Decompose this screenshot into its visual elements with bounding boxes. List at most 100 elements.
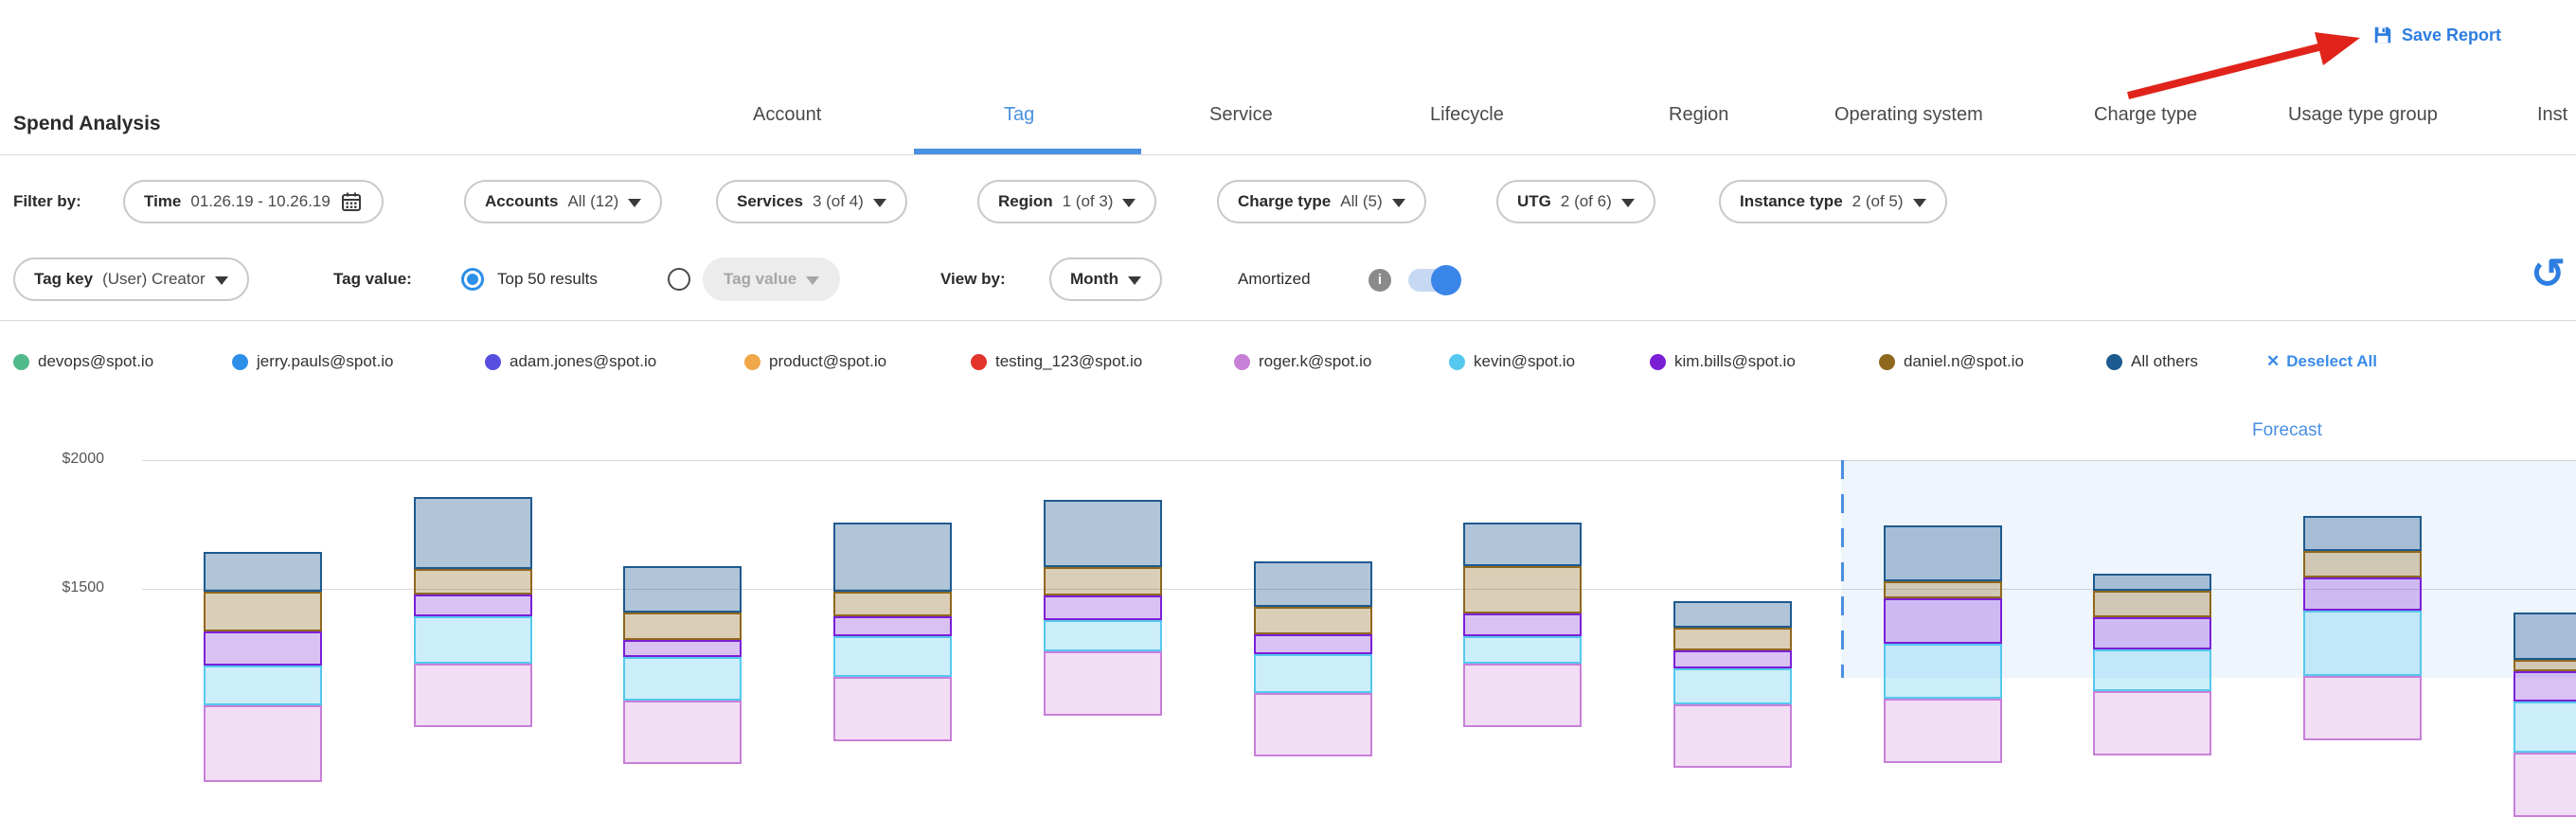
bar-segment-roger-k-spot-io[interactable] (1254, 693, 1372, 757)
bar-segment-kim-bills-spot-io[interactable] (1254, 634, 1372, 655)
accounts-filter-pill[interactable]: AccountsAll (12) (464, 180, 662, 223)
info-icon[interactable]: i (1368, 269, 1391, 292)
bar-segment-daniel-n-spot-io[interactable] (1463, 566, 1582, 613)
bar-segment-daniel-n-spot-io[interactable] (2303, 551, 2422, 577)
utg-filter-pill[interactable]: UTG2 (of 6) (1496, 180, 1655, 223)
bar-segment-kevin-spot-io[interactable] (1673, 668, 1792, 704)
bar-segment-kim-bills-spot-io[interactable] (833, 616, 952, 637)
bar-segment-roger-k-spot-io[interactable] (833, 677, 952, 741)
bar-segment-kevin-spot-io[interactable] (623, 657, 742, 701)
bar-segment-kevin-spot-io[interactable] (1463, 636, 1582, 663)
bar-segment-kim-bills-spot-io[interactable] (1884, 598, 2002, 645)
bar-segment-roger-k-spot-io[interactable] (2303, 676, 2422, 740)
legend-item[interactable]: adam.jones@spot.io (485, 352, 656, 371)
tab-operating-system[interactable]: Operating system (1834, 100, 1983, 129)
save-report-button[interactable]: Save Report (2372, 25, 2501, 45)
bar-segment-kevin-spot-io[interactable] (1884, 644, 2002, 699)
bar-segment-daniel-n-spot-io[interactable] (204, 592, 322, 631)
chevron-down-icon (215, 276, 228, 285)
bar-segment-daniel-n-spot-io[interactable] (1254, 607, 1372, 633)
tab-tag[interactable]: Tag (1004, 100, 1034, 129)
bar-segment-roger-k-spot-io[interactable] (2093, 691, 2211, 755)
legend-item[interactable]: kim.bills@spot.io (1650, 352, 1796, 371)
tab-service[interactable]: Service (1209, 100, 1273, 129)
legend-item[interactable]: daniel.n@spot.io (1879, 352, 2024, 371)
stacked-bar-4 (833, 523, 952, 741)
bar-segment-kevin-spot-io[interactable] (204, 666, 322, 705)
charge-type-filter-pill[interactable]: Charge typeAll (5) (1217, 180, 1426, 223)
reset-icon[interactable]: ↺ (2531, 254, 2566, 295)
amortized-toggle[interactable] (1408, 269, 1458, 292)
bar-segment-kevin-spot-io[interactable] (1044, 620, 1162, 652)
bar-segment-all-others[interactable] (1884, 525, 2002, 581)
bar-segment-kevin-spot-io[interactable] (833, 636, 952, 677)
deselect-all-button[interactable]: ✕ Deselect All (2266, 352, 2377, 371)
bar-segment-kim-bills-spot-io[interactable] (414, 595, 532, 616)
bar-segment-kevin-spot-io[interactable] (2303, 611, 2422, 676)
bar-segment-all-others[interactable] (414, 497, 532, 569)
legend-item[interactable]: product@spot.io (744, 352, 886, 371)
legend-item[interactable]: testing_123@spot.io (971, 352, 1142, 371)
bar-segment-kim-bills-spot-io[interactable] (2513, 671, 2576, 702)
bar-segment-daniel-n-spot-io[interactable] (1673, 628, 1792, 650)
view-by-dropdown[interactable]: Month (1049, 258, 1162, 301)
bar-segment-daniel-n-spot-io[interactable] (1884, 581, 2002, 598)
tab-region[interactable]: Region (1669, 100, 1728, 129)
bar-segment-kim-bills-spot-io[interactable] (204, 631, 322, 666)
bar-segment-daniel-n-spot-io[interactable] (2513, 660, 2576, 671)
bar-segment-daniel-n-spot-io[interactable] (623, 613, 742, 641)
legend-item[interactable]: All others (2106, 352, 2198, 371)
radio-tag-value[interactable] (668, 268, 690, 291)
bar-segment-all-others[interactable] (1673, 601, 1792, 628)
bar-segment-all-others[interactable] (204, 552, 322, 592)
legend-item[interactable]: devops@spot.io (13, 352, 153, 371)
bar-segment-all-others[interactable] (2303, 516, 2422, 550)
tag-key-dropdown[interactable]: Tag key (User) Creator (13, 258, 249, 301)
stacked-bar-7 (1463, 523, 1582, 727)
tab-lifecycle[interactable]: Lifecycle (1430, 100, 1504, 129)
bar-segment-roger-k-spot-io[interactable] (204, 705, 322, 782)
bar-segment-kevin-spot-io[interactable] (2513, 702, 2576, 753)
instance-type-filter-pill[interactable]: Instance type2 (of 5) (1719, 180, 1947, 223)
bar-segment-kim-bills-spot-io[interactable] (1463, 613, 1582, 636)
bar-segment-kim-bills-spot-io[interactable] (2303, 577, 2422, 611)
time-filter-pill[interactable]: Time01.26.19 - 10.26.19 (123, 180, 384, 223)
tab-account[interactable]: Account (753, 100, 821, 129)
bar-segment-daniel-n-spot-io[interactable] (833, 592, 952, 616)
bar-segment-all-others[interactable] (1044, 500, 1162, 568)
bar-segment-kevin-spot-io[interactable] (1254, 654, 1372, 693)
bar-segment-all-others[interactable] (833, 523, 952, 592)
forecast-divider-line (1841, 460, 1844, 678)
legend-item[interactable]: jerry.pauls@spot.io (232, 352, 394, 371)
bar-segment-kim-bills-spot-io[interactable] (1673, 650, 1792, 668)
tab-usage-type-group[interactable]: Usage type group (2288, 100, 2438, 129)
bar-segment-roger-k-spot-io[interactable] (1463, 664, 1582, 728)
stacked-bar-5 (1044, 500, 1162, 716)
bar-segment-kim-bills-spot-io[interactable] (1044, 595, 1162, 620)
bar-segment-all-others[interactable] (1254, 561, 1372, 608)
radio-top-50-results[interactable] (461, 268, 484, 291)
bar-segment-kevin-spot-io[interactable] (414, 616, 532, 664)
region-filter-pill[interactable]: Region1 (of 3) (977, 180, 1156, 223)
legend-item[interactable]: kevin@spot.io (1449, 352, 1575, 371)
bar-segment-roger-k-spot-io[interactable] (623, 701, 742, 765)
bar-segment-daniel-n-spot-io[interactable] (2093, 591, 2211, 617)
bar-segment-kim-bills-spot-io[interactable] (623, 640, 742, 657)
bar-segment-daniel-n-spot-io[interactable] (414, 569, 532, 595)
bar-segment-all-others[interactable] (2093, 574, 2211, 591)
bar-segment-kevin-spot-io[interactable] (2093, 649, 2211, 692)
bar-segment-roger-k-spot-io[interactable] (1673, 704, 1792, 769)
legend-item[interactable]: roger.k@spot.io (1234, 352, 1371, 371)
tab-inst[interactable]: Inst (2537, 100, 2567, 129)
bar-segment-roger-k-spot-io[interactable] (414, 664, 532, 728)
services-filter-pill[interactable]: Services3 (of 4) (716, 180, 907, 223)
bar-segment-roger-k-spot-io[interactable] (1884, 699, 2002, 763)
bar-segment-daniel-n-spot-io[interactable] (1044, 567, 1162, 595)
bar-segment-roger-k-spot-io[interactable] (1044, 651, 1162, 716)
bar-segment-roger-k-spot-io[interactable] (2513, 753, 2576, 817)
bar-segment-all-others[interactable] (623, 566, 742, 613)
bar-segment-kim-bills-spot-io[interactable] (2093, 617, 2211, 649)
bar-segment-all-others[interactable] (1463, 523, 1582, 566)
tab-charge-type[interactable]: Charge type (2094, 100, 2197, 129)
bar-segment-all-others[interactable] (2513, 613, 2576, 660)
